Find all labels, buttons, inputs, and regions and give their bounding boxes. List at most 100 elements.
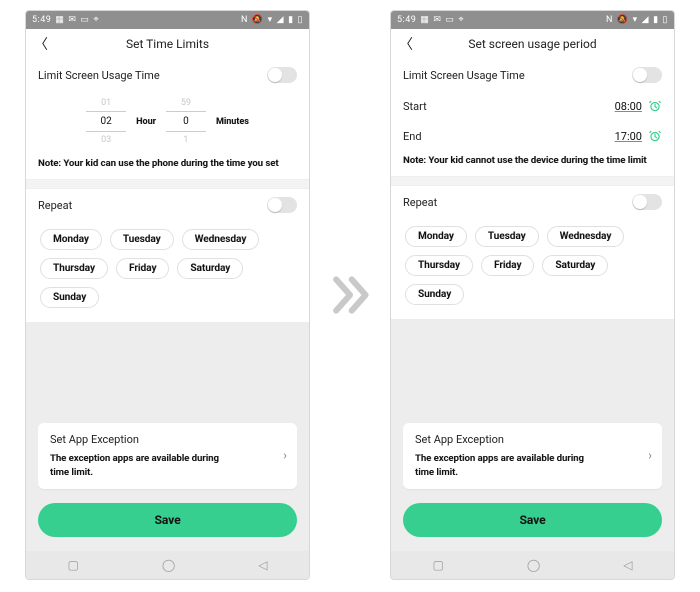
minute-next: 1 [183,132,188,148]
start-time-row[interactable]: Start 08:00 [391,91,674,121]
alarm-icon [648,129,662,143]
card-subtitle: The exception apps are available during … [415,452,591,479]
repeat-toggle[interactable] [632,194,662,210]
repeat-toggle[interactable] [267,197,297,213]
repeat-row: Repeat [26,189,309,221]
bottom-area: Set App Exception The exception apps are… [26,322,309,551]
repeat-label: Repeat [403,196,437,209]
nfc-icon: N [606,15,613,25]
title-bar: 〈 Set screen usage period [391,29,674,59]
chip-thursday[interactable]: Thursday [405,255,473,276]
chip-thursday[interactable]: Thursday [40,258,108,279]
start-value: 08:00 [615,100,642,113]
chip-monday[interactable]: Monday [40,229,102,250]
calendar-icon: ▭ [80,15,89,25]
chip-saturday[interactable]: Saturday [542,255,608,276]
signal-icon: ◢ [642,15,649,25]
user-icon: ▯ [298,15,303,25]
end-label: End [403,130,422,143]
chip-monday[interactable]: Monday [405,226,467,247]
end-time-row[interactable]: End 17:00 [391,121,674,151]
screen-set-usage-period: 5:49 ▦ ✉ ▭ ⌖ N 🔕 ▾ ◢ ▮ ▯ 〈 Set screen us… [390,10,675,580]
bell-off-icon: 🔕 [617,15,629,25]
status-time: 5:49 [397,15,416,25]
chip-wednesday[interactable]: Wednesday [182,229,260,250]
nav-recent-icon[interactable]: ▢ [67,558,78,572]
nav-recent-icon[interactable]: ▢ [432,558,443,572]
nav-home-icon[interactable]: ◯ [162,558,175,572]
wifi-icon: ▾ [268,15,273,25]
battery-icon: ▮ [288,15,293,25]
wifi-icon: ▾ [633,15,638,25]
note-text: Note: Your kid can use the phone during … [26,154,309,179]
hour-next: 03 [101,132,111,148]
minute-current: 0 [166,111,206,132]
repeat-row: Repeat [391,186,674,218]
limit-usage-toggle[interactable] [267,67,297,83]
location-icon: ⌖ [458,15,464,25]
nav-back-icon[interactable]: ◁ [623,558,632,572]
hour-column[interactable]: 01 02 03 [86,95,126,148]
page-title: Set screen usage period [468,37,596,51]
hour-current: 02 [86,111,126,132]
chevron-right-icon: › [283,449,287,464]
minute-column[interactable]: 59 0 1 [166,95,206,148]
save-button[interactable]: Save [38,503,297,537]
chip-saturday[interactable]: Saturday [177,258,243,279]
user-icon: ▯ [663,15,668,25]
chip-sunday[interactable]: Sunday [405,284,464,305]
card-title: Set App Exception [50,433,285,446]
bottom-area: Set App Exception The exception apps are… [391,319,674,551]
message-icon: ✉ [68,15,76,25]
back-button[interactable]: 〈 [399,34,413,54]
card-subtitle: The exception apps are available during … [50,452,226,479]
grid-icon: ▦ [55,15,64,25]
grid-icon: ▦ [420,15,429,25]
alarm-icon [648,99,662,113]
battery-icon: ▮ [653,15,658,25]
nfc-icon: N [241,15,248,25]
title-bar: 〈 Set Time Limits [26,29,309,59]
app-exception-card[interactable]: Set App Exception The exception apps are… [38,423,297,489]
chip-tuesday[interactable]: Tuesday [475,226,539,247]
hour-prev: 01 [101,95,111,111]
limit-usage-label: Limit Screen Usage Time [38,69,160,82]
limit-usage-row: Limit Screen Usage Time [391,59,674,91]
app-exception-card[interactable]: Set App Exception The exception apps are… [403,423,662,489]
minute-prev: 59 [181,95,191,111]
limit-usage-row: Limit Screen Usage Time [26,59,309,91]
start-label: Start [403,100,427,113]
card-title: Set App Exception [415,433,650,446]
repeat-label: Repeat [38,199,72,212]
note-text: Note: Your kid cannot use the device dur… [391,151,674,176]
location-icon: ⌖ [93,15,99,25]
limit-usage-label: Limit Screen Usage Time [403,69,525,82]
chip-friday[interactable]: Friday [116,258,169,279]
screen-set-time-limits: 5:49 ▦ ✉ ▭ ⌖ N 🔕 ▾ ◢ ▮ ▯ 〈 Set Time Limi… [25,10,310,580]
chip-sunday[interactable]: Sunday [40,287,99,308]
nav-back-icon[interactable]: ◁ [258,558,267,572]
days-chips: Monday Tuesday Wednesday Thursday Friday… [391,218,674,319]
nav-home-icon[interactable]: ◯ [527,558,540,572]
page-title: Set Time Limits [126,37,209,51]
duration-picker[interactable]: 01 02 03 Hour 59 0 1 Minutes [26,91,309,154]
signal-icon: ◢ [277,15,284,25]
end-value: 17:00 [615,130,642,143]
bell-off-icon: 🔕 [252,15,264,25]
android-navbar: ▢ ◯ ◁ [26,551,309,579]
chip-tuesday[interactable]: Tuesday [110,229,174,250]
back-button[interactable]: 〈 [34,34,48,54]
message-icon: ✉ [433,15,441,25]
android-navbar: ▢ ◯ ◁ [391,551,674,579]
chip-wednesday[interactable]: Wednesday [547,226,625,247]
limit-usage-toggle[interactable] [632,67,662,83]
hour-label: Hour [136,117,156,127]
days-chips: Monday Tuesday Wednesday Thursday Friday… [26,221,309,322]
transition-arrows-icon [324,269,376,321]
section-divider [391,176,674,186]
save-button[interactable]: Save [403,503,662,537]
status-bar: 5:49 ▦ ✉ ▭ ⌖ N 🔕 ▾ ◢ ▮ ▯ [26,11,309,29]
chip-friday[interactable]: Friday [481,255,534,276]
chevron-right-icon: › [648,449,652,464]
section-divider [26,179,309,189]
